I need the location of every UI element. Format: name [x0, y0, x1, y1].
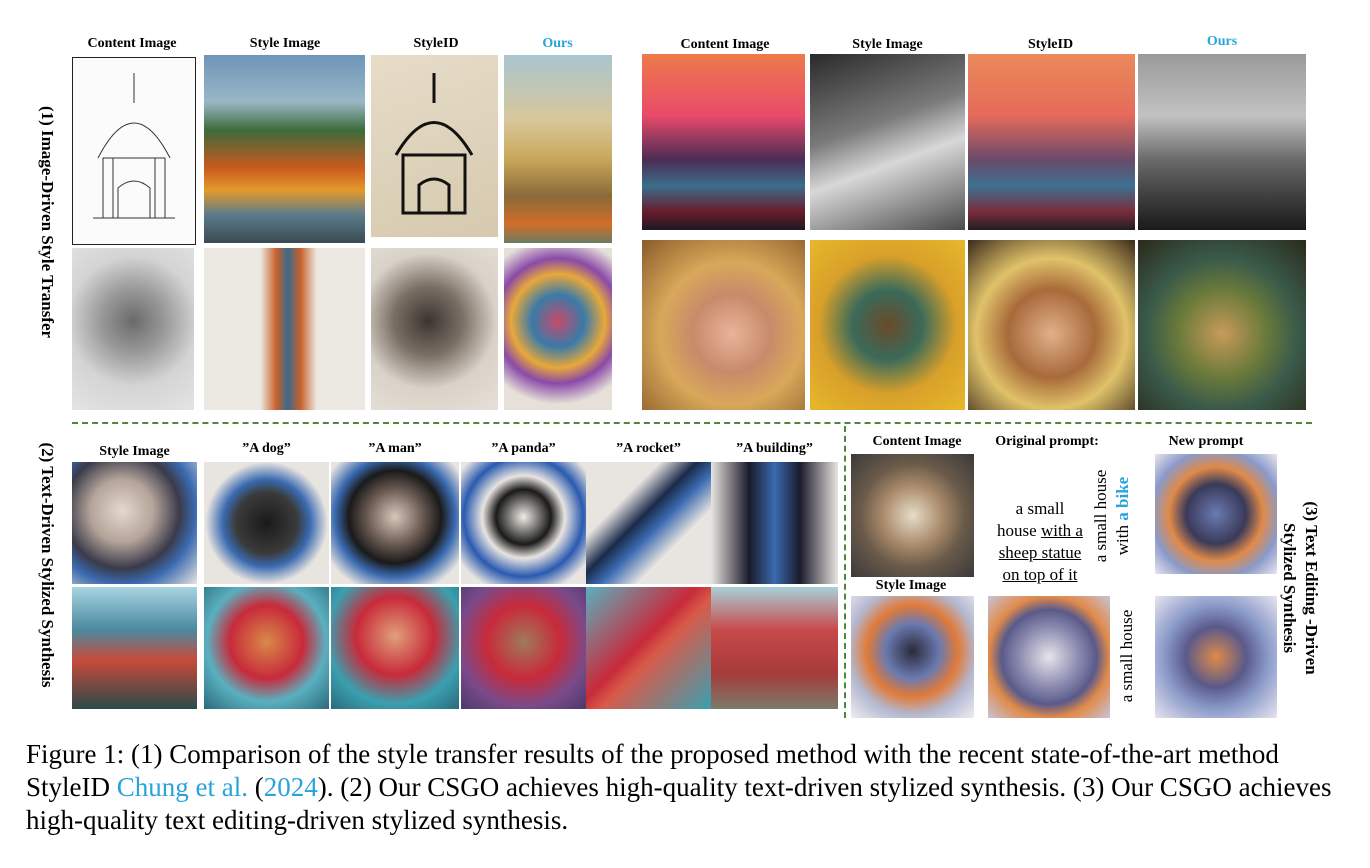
content-sunset-car: [642, 54, 805, 230]
section2-label: (2) Text-Driven Stylized Synthesis: [38, 442, 57, 688]
header-ours-right: Ours: [1206, 34, 1238, 49]
style-colorful-figure: [204, 248, 365, 410]
header-new-prompt: New prompt: [1168, 434, 1244, 449]
ours-bw-car: [1138, 54, 1306, 230]
s3-content-house: [851, 454, 974, 577]
header-ours: Ours: [542, 36, 573, 51]
style-autumn-church: [204, 55, 365, 243]
styleid-dog: [371, 248, 498, 410]
citation-year-link[interactable]: 2024: [264, 772, 318, 802]
figure-caption: Figure 1: (1) Comparison of the style tr…: [26, 739, 1332, 835]
header-a-rocket: ”A rocket”: [616, 441, 681, 456]
header-a-man: ”A man”: [368, 441, 422, 456]
new-prompt-bottom-text: a small house: [1117, 609, 1136, 703]
header-styleid-right: StyleID: [1027, 37, 1074, 52]
header-s3-style-image: Style Image: [875, 578, 947, 593]
content-dome-sketch: [72, 57, 196, 245]
styleid-blonde-woman: [968, 240, 1135, 410]
s2-cartoon-man: [331, 587, 459, 709]
header-original-prompt: Original prompt:: [995, 434, 1099, 449]
header-style-image-right: Style Image: [852, 37, 923, 52]
s2-cartoon-building: [711, 587, 838, 709]
ours-painted-woman: [1138, 240, 1306, 410]
s2-style-cartoon-boy: [72, 587, 197, 709]
original-prompt-text: a small house with a sheep statue on top…: [997, 499, 1083, 584]
s2-panda-sketch: [461, 462, 586, 584]
ours-dome: [504, 55, 612, 243]
style-bw-woman: [810, 54, 965, 230]
header-content-image: Content Image: [87, 36, 177, 51]
s3-new-prompt-house-bike: [1155, 454, 1277, 574]
s2-dog-sketch: [204, 462, 329, 584]
header-a-panda: ”A panda”: [491, 441, 556, 456]
s3-style-abstract: [851, 596, 974, 718]
styleid-sunset-car: [968, 54, 1135, 230]
content-dog-sketch: [72, 248, 194, 410]
s3-original-prompt-house: [988, 596, 1110, 718]
header-styleid: StyleID: [413, 36, 459, 51]
header-style-image: Style Image: [249, 36, 321, 51]
s2-rocket-sketch: [586, 462, 711, 584]
section-divider-vertical: [844, 426, 846, 718]
header-a-dog: ”A dog”: [242, 441, 291, 456]
header-s2-style-image: Style Image: [99, 444, 170, 459]
header-s3-content-image: Content Image: [872, 434, 962, 449]
section3-label: (3) Text Editing -Driven Stylized Synthe…: [1280, 501, 1321, 675]
header-content-image-right: Content Image: [680, 37, 770, 52]
s2-style-woman-sketch: [72, 462, 197, 584]
s3-new-prompt-house: [1155, 596, 1277, 718]
ours-colorful-dog: [504, 248, 612, 410]
s2-man-sketch: [331, 462, 459, 584]
s2-cartoon-rocket: [586, 587, 711, 709]
s2-cartoon-dog: [204, 587, 329, 709]
section1-label: (1) Image-Driven Style Transfer: [38, 105, 57, 339]
styleid-dome: [371, 55, 498, 237]
citation-link[interactable]: Chung et al.: [117, 772, 248, 802]
section-divider-horizontal: [72, 422, 1312, 424]
s2-cartoon-panda: [461, 587, 586, 709]
content-blonde-woman: [642, 240, 805, 410]
style-painted-man: [810, 240, 965, 410]
s2-building-sketch: [711, 462, 838, 584]
header-a-building: ”A building”: [736, 441, 813, 456]
